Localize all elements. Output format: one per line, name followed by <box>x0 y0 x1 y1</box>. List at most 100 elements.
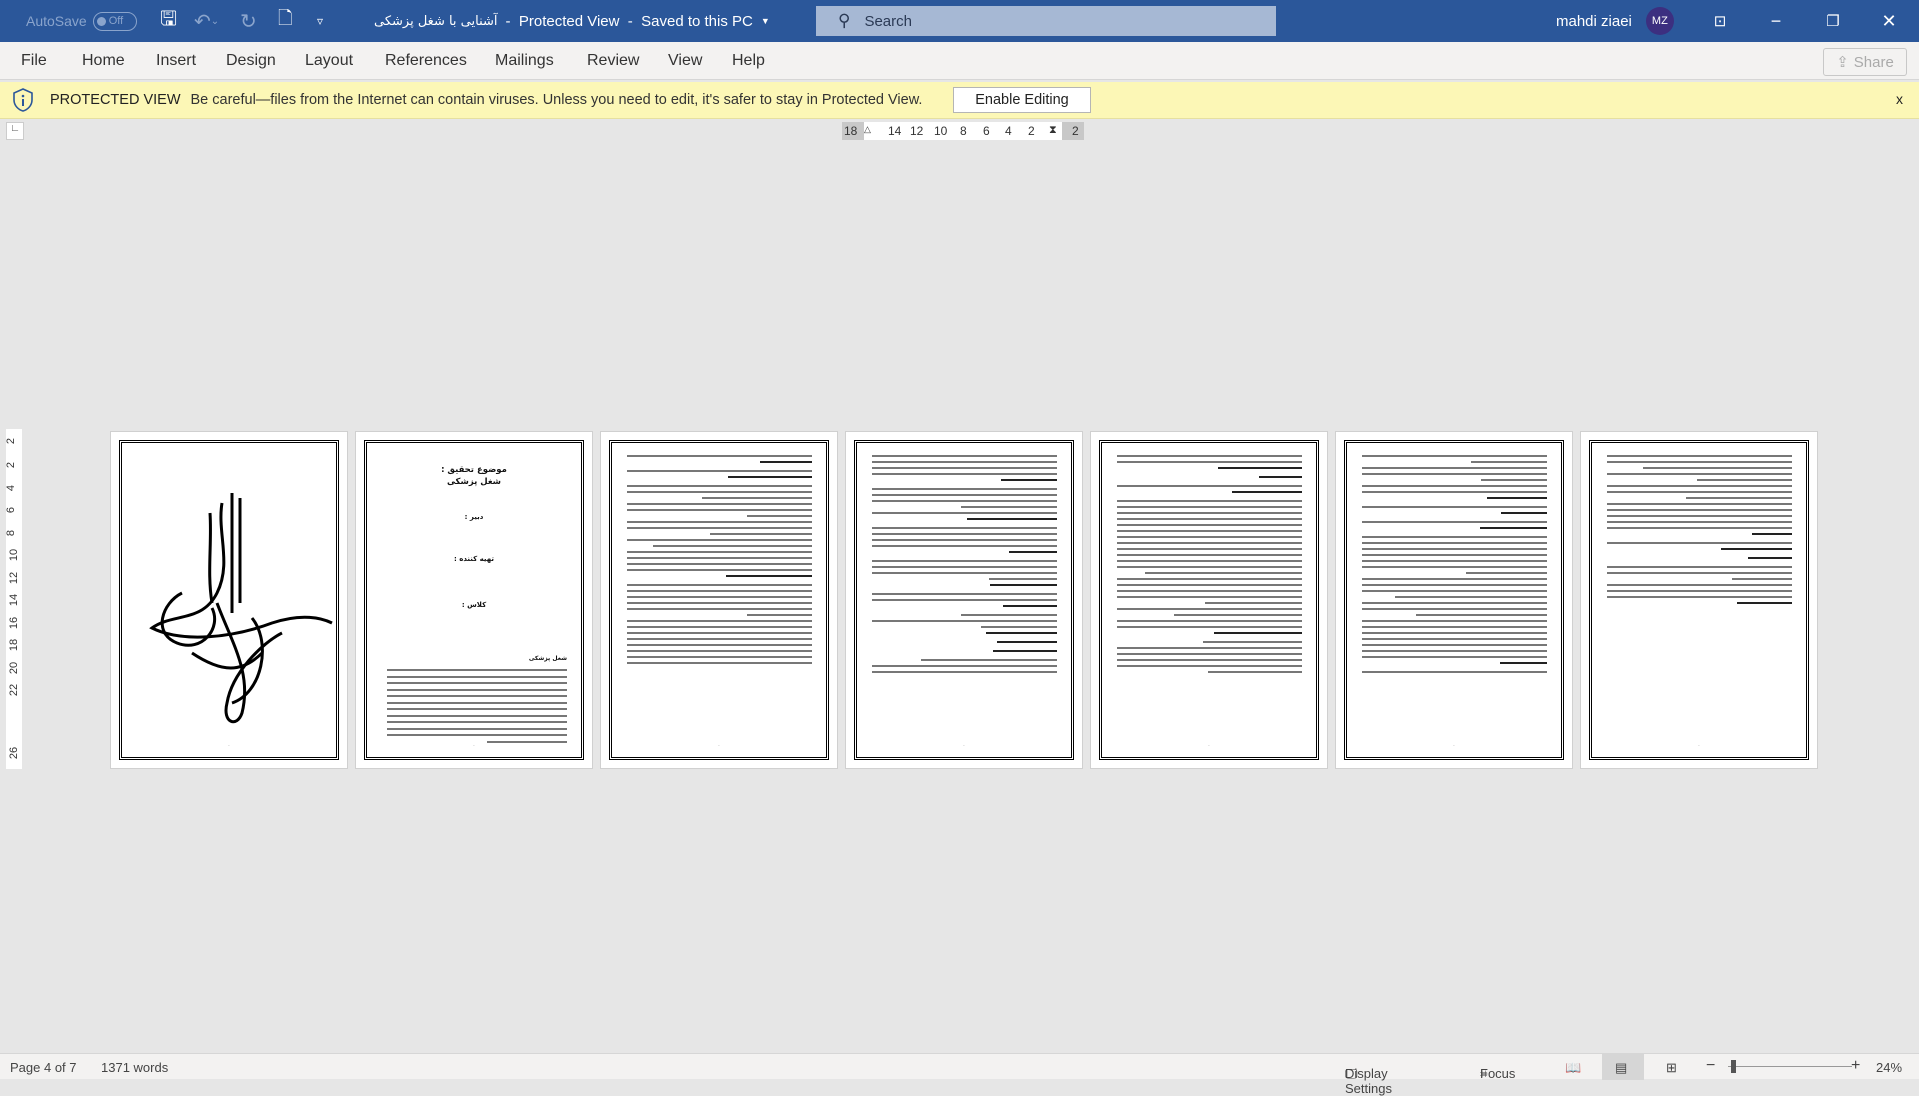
text-line <box>1362 506 1547 508</box>
text-line <box>627 620 812 622</box>
document-title[interactable]: آشنایی با شغل پزشکی - Protected View - S… <box>374 0 770 42</box>
tab-help[interactable]: Help <box>732 52 765 70</box>
page-border: · <box>609 440 829 760</box>
text-line <box>1117 524 1302 526</box>
share-button[interactable]: ⇪ Share <box>1823 48 1907 76</box>
text-line <box>1117 485 1302 487</box>
tab-review[interactable]: Review <box>587 52 639 70</box>
text-line <box>387 688 567 691</box>
word-count[interactable]: 1371 words <box>101 1060 168 1075</box>
indent-marker-icon[interactable]: △ <box>864 124 871 135</box>
zoom-level[interactable]: 24% <box>1876 1060 1902 1075</box>
text-line <box>988 578 1057 580</box>
ruler-tick: 12 <box>8 571 21 584</box>
text-line <box>1480 527 1547 529</box>
web-layout-icon[interactable]: ⊞ <box>1666 1060 1677 1076</box>
horizontal-ruler[interactable]: 18 △ 14 12 10 8 6 4 2 ⧗ 2 <box>842 122 1084 140</box>
redo-icon[interactable]: ↻ <box>240 0 257 42</box>
text-line <box>1117 620 1302 622</box>
text-line <box>872 665 1057 667</box>
page-number: · <box>473 743 475 749</box>
text-line <box>1607 485 1792 487</box>
tab-selector[interactable]: ∟ <box>6 122 24 140</box>
avatar[interactable]: MZ <box>1645 7 1674 35</box>
text-line <box>1117 659 1302 661</box>
text-line <box>1607 521 1792 523</box>
hanging-indent-icon[interactable]: ⧗ <box>1049 124 1057 137</box>
text-line <box>387 701 567 704</box>
ribbon-tabs: File Home Insert Design Layout Reference… <box>0 42 1919 80</box>
text-line <box>728 476 812 478</box>
page-count[interactable]: Page 4 of 7 <box>10 1060 77 1075</box>
protected-view-bar: PROTECTED VIEW Be careful—files from the… <box>0 82 1919 119</box>
text-line <box>1607 572 1792 574</box>
close-icon[interactable]: x <box>1896 91 1903 107</box>
tab-file[interactable]: File <box>21 52 47 70</box>
zoom-out-icon[interactable]: − <box>1706 1057 1715 1075</box>
ruler-tick: 12 <box>910 124 924 138</box>
print-layout-icon[interactable]: ▤ <box>1615 1060 1627 1076</box>
zoom-slider[interactable] <box>1728 1066 1852 1067</box>
ribbon-display-options-icon[interactable]: ⊡ <box>1697 0 1743 42</box>
page-thumbnail[interactable]: · <box>1090 431 1328 769</box>
tab-references[interactable]: References <box>385 52 467 70</box>
ruler-tick: 20 <box>8 661 21 674</box>
text-line <box>1643 467 1792 469</box>
text-line <box>1607 527 1792 529</box>
zoom-slider-thumb[interactable] <box>1731 1060 1736 1073</box>
text-line <box>1607 590 1792 592</box>
ruler-tick: 16 <box>8 616 21 629</box>
text-line <box>627 584 812 586</box>
text-line <box>1362 578 1547 580</box>
text-line <box>1607 491 1792 493</box>
page-thumbnail[interactable]: · <box>845 431 1083 769</box>
text-line <box>1607 503 1792 505</box>
text-line <box>1736 602 1792 604</box>
page-thumbnail[interactable]: · <box>600 431 838 769</box>
customize-toolbar-icon[interactable]: ▿ <box>317 0 323 42</box>
zoom-in-icon[interactable]: + <box>1851 1057 1860 1075</box>
calligraphy-image <box>149 493 333 724</box>
text-line <box>1747 557 1792 559</box>
text-line <box>1117 647 1302 649</box>
page-thumbnail[interactable]: موضوع تحقیق : شغل پزشکی دبیر : تهیه کننده :… <box>355 431 593 769</box>
autosave-switch[interactable]: Off <box>92 11 137 31</box>
text-line <box>872 671 1057 673</box>
tab-mailings[interactable]: Mailings <box>495 52 554 70</box>
new-document-icon[interactable]: 🗋 <box>278 0 292 42</box>
text-line <box>1214 632 1302 634</box>
page-thumbnail[interactable]: · <box>110 431 348 769</box>
autosave-toggle[interactable]: AutoSave Off <box>26 0 137 42</box>
tab-view[interactable]: View <box>668 52 702 70</box>
close-icon[interactable]: ✕ <box>1866 0 1912 42</box>
tab-design[interactable]: Design <box>226 52 276 70</box>
text-line <box>1731 578 1792 580</box>
minimize-icon[interactable]: − <box>1753 0 1799 42</box>
vertical-ruler[interactable]: 2 2 4 6 8 10 12 14 16 18 20 22 26 <box>5 429 22 769</box>
text-line <box>872 599 1057 601</box>
text-line <box>759 461 812 463</box>
tab-layout[interactable]: Layout <box>305 52 353 70</box>
ruler-tick: 2 <box>1028 124 1035 138</box>
text-line <box>1117 653 1302 655</box>
text-line <box>1117 530 1302 532</box>
save-icon[interactable]: 🖫 <box>160 0 177 42</box>
text-line <box>1144 572 1302 574</box>
enable-editing-button[interactable]: Enable Editing <box>953 87 1091 113</box>
page-thumbnail[interactable]: · <box>1580 431 1818 769</box>
page-number: · <box>718 743 720 749</box>
text-line <box>872 488 1057 490</box>
tab-home[interactable]: Home <box>82 52 125 70</box>
tab-insert[interactable]: Insert <box>156 52 196 70</box>
undo-icon[interactable]: ↶ ⌄ <box>194 0 219 42</box>
page-thumbnail[interactable]: · <box>1335 431 1573 769</box>
search-input[interactable]: ⚲ Search <box>816 6 1276 36</box>
text-line <box>1362 554 1547 556</box>
text-line <box>627 650 812 652</box>
account[interactable]: mahdi ziaei MZ <box>1556 0 1674 42</box>
restore-icon[interactable]: ❐ <box>1810 0 1856 42</box>
read-mode-icon[interactable]: 📖 <box>1565 1060 1581 1076</box>
text-line <box>1117 560 1302 562</box>
text-line <box>1362 590 1547 592</box>
text-line <box>702 497 812 499</box>
